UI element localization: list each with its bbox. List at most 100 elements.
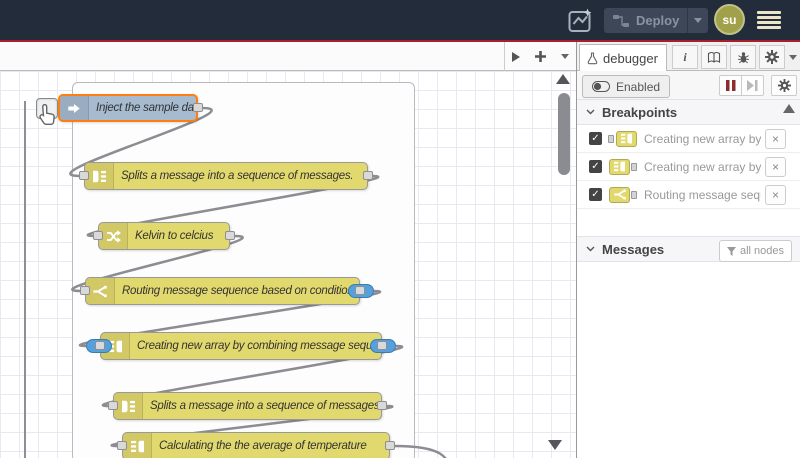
deploy-label: Deploy (636, 13, 680, 28)
tab-debug-messages[interactable] (730, 45, 756, 69)
book-icon (707, 51, 721, 63)
breakpoint-row[interactable]: ✓ Creating new array by combining message… (577, 125, 800, 153)
node-port-output[interactable] (377, 341, 387, 350)
flow-node-inject[interactable]: Inject the sample data (58, 94, 198, 122)
flow-node-join[interactable]: Calculating the the average of temperatu… (122, 432, 390, 458)
canvas-scrollbar-thumb[interactable] (558, 93, 570, 175)
breakpoint-row[interactable]: ✓ Creating new array by combining message… (577, 153, 800, 181)
canvas-scroll-down-arrow[interactable] (548, 440, 562, 450)
breakpoints-section-header[interactable]: Breakpoints (577, 99, 800, 125)
remove-breakpoint-button[interactable]: × (765, 156, 786, 177)
messages-section-header[interactable]: Messages all nodes (577, 236, 800, 262)
node-red-window: Deploy su Inject the sample data Splits a… (0, 0, 800, 458)
chevron-down-icon (586, 109, 595, 115)
funnel-icon (726, 246, 736, 256)
node-label: Inject the sample data (96, 102, 196, 114)
chevron-down-icon (586, 246, 595, 252)
breakpoint-checkbox[interactable]: ✓ (589, 160, 602, 173)
node-port-input[interactable] (93, 231, 103, 240)
switch-node-mini-icon (608, 186, 638, 203)
user-avatar[interactable]: su (714, 4, 745, 35)
join-node-mini-icon (608, 130, 638, 147)
node-label: Kelvin to celcius (135, 230, 214, 242)
node-label: Calculating the the average of temperatu… (159, 440, 367, 452)
gear-icon (777, 79, 791, 92)
breakpoint-label: Creating new array by combining message … (644, 159, 761, 174)
join-node-mini-icon (608, 158, 638, 175)
split-icon (85, 163, 114, 189)
debugger-toolbar: Enabled (577, 71, 800, 99)
node-label: Splits a message into a sequence of mess… (121, 170, 354, 182)
add-flow-button[interactable] (534, 50, 547, 63)
tab-config-nodes[interactable] (759, 45, 785, 69)
avatar-initials: su (722, 12, 737, 27)
split-icon (114, 393, 143, 419)
debugger-enabled-toggle[interactable]: Enabled (582, 75, 671, 98)
node-port-output[interactable] (385, 441, 395, 450)
pause-button[interactable] (719, 75, 742, 96)
main-menu-icon[interactable] (756, 11, 782, 29)
header-bar: Deploy su (0, 0, 800, 40)
mouse-cursor (39, 103, 55, 125)
deploy-options-caret[interactable] (687, 8, 708, 33)
gear-icon (765, 50, 779, 64)
node-label: Splits a message into a sequence of mess… (150, 400, 381, 412)
switch-icon (86, 278, 115, 304)
tab-debugger[interactable]: debugger (579, 44, 667, 71)
flow-node-split[interactable]: Splits a message into a sequence of mess… (84, 162, 368, 190)
breakpoint-row[interactable]: ✓ Routing message sequence based on condi… (577, 181, 800, 209)
flow-node-change[interactable]: Kelvin to celcius (98, 222, 230, 250)
flow-export-icon[interactable] (566, 7, 594, 34)
tab-help[interactable] (701, 45, 727, 69)
node-label: Routing message sequence based on condit… (122, 285, 354, 297)
sidebar-tabs-caret[interactable] (789, 55, 797, 60)
breakpoint-label: Creating new array by combining message … (644, 131, 761, 146)
flow-list-caret[interactable] (561, 54, 569, 59)
flow-node-join[interactable]: Creating new array by combining message … (100, 332, 382, 360)
canvas-scroll-up-arrow[interactable] (556, 74, 570, 84)
remove-breakpoint-button[interactable]: × (765, 128, 786, 149)
breakpoint-checkbox[interactable]: ✓ (589, 188, 602, 201)
enabled-label: Enabled (616, 79, 661, 94)
deploy-button[interactable]: Deploy (604, 8, 708, 33)
message-filter-button[interactable]: all nodes (718, 240, 792, 262)
node-port-input[interactable] (95, 341, 105, 350)
bug-icon (737, 51, 749, 63)
expand-tabs-icon[interactable] (512, 51, 520, 62)
node-port-input[interactable] (117, 441, 127, 450)
pause-icon (725, 80, 735, 91)
sidebar: debugger i Enabled Breakpoints ✓ Creatin… (576, 42, 800, 458)
node-port-input[interactable] (80, 286, 90, 295)
change-icon (99, 223, 128, 249)
node-port-output[interactable] (377, 401, 387, 410)
node-port-output[interactable] (363, 171, 373, 180)
tab-info[interactable]: i (672, 45, 698, 69)
remove-breakpoint-button[interactable]: × (765, 184, 786, 205)
flow-node-split[interactable]: Splits a message into a sequence of mess… (113, 392, 382, 420)
node-port-output[interactable] (355, 286, 365, 295)
node-port-output[interactable] (193, 103, 203, 112)
flask-icon (587, 51, 598, 64)
node-label: Creating new array by combining message … (137, 340, 381, 352)
debugger-settings-button[interactable] (771, 75, 797, 96)
node-port-input[interactable] (108, 401, 118, 410)
tab-debugger-label: debugger (603, 50, 658, 66)
join-icon (123, 433, 152, 458)
list-scroll-up-arrow[interactable] (783, 104, 795, 113)
step-icon (747, 80, 758, 91)
workspace-edge-line (24, 101, 26, 458)
breakpoint-checkbox[interactable]: ✓ (589, 132, 602, 145)
flow-node-switch[interactable]: Routing message sequence based on condit… (85, 277, 360, 305)
deploy-nodes-icon (613, 14, 629, 27)
step-button[interactable] (741, 75, 764, 96)
breakpoints-title: Breakpoints (602, 104, 678, 120)
info-icon: i (683, 49, 687, 64)
node-port-input[interactable] (79, 171, 89, 180)
breakpoint-label: Routing message sequence based on condit… (644, 187, 761, 202)
toggle-icon (592, 81, 610, 92)
inject-icon (60, 96, 89, 120)
flow-canvas[interactable]: Inject the sample data Splits a message i… (0, 71, 576, 458)
node-port-output[interactable] (225, 231, 235, 240)
filter-label: all nodes (739, 245, 784, 257)
workspace-toolbar (0, 42, 576, 71)
